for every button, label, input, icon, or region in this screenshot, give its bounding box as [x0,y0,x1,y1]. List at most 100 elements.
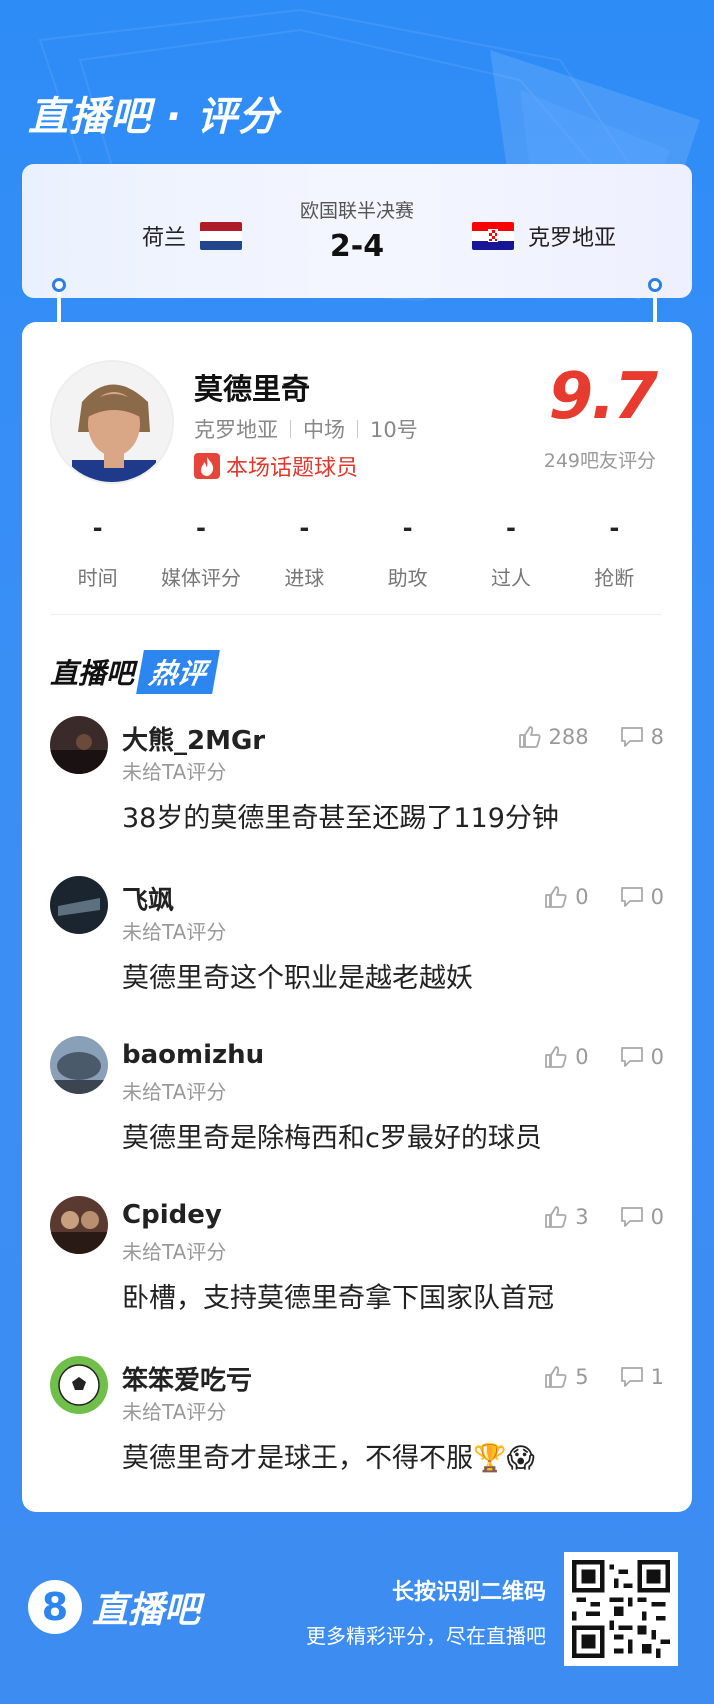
stat-label: 进球 [284,566,325,590]
thumbs-up-icon [545,1366,567,1388]
player-meta: 克罗地亚 中场 10号 [194,414,418,444]
user-rating-status: 未给TA评分 [122,1400,227,1424]
reply-button[interactable]: 0 [619,1044,664,1070]
comment-text: 莫德里奇才是球王，不得不服🏆😱 [122,1443,535,1474]
hot-header-highlight: 热评 [136,650,220,694]
qr-code[interactable] [564,1552,678,1666]
comment-icon [620,1207,643,1227]
player-stats: - 时间 - 媒体评分 - 进球 - 助攻 - 过人 - 抢断 [46,514,666,591]
like-count: 3 [575,1205,589,1229]
footer-slogan: 更多精彩评分，尽在直播吧 [306,1624,546,1648]
match-score: 2-4 [329,229,385,264]
stat-dribbles: - 过人 [459,514,562,591]
comment-item: Cpidey 未给TA评分 卧槽，支持莫德里奇拿下国家队首冠 3 0 [50,1196,664,1346]
comment-actions: 0 0 [543,1044,664,1070]
soccer-ball-icon [50,1356,108,1414]
thumbs-up-icon [545,1046,567,1068]
home-team: 荷兰 [142,220,243,252]
reply-count: 0 [650,1045,664,1069]
away-team: 克罗地亚 [472,220,616,252]
player-position: 中场 [303,418,345,442]
stat-label: 时间 [77,566,118,590]
user-avatar[interactable] [50,1196,108,1254]
like-button[interactable]: 5 [543,1364,589,1390]
comment-icon [620,887,643,907]
comment-actions: 0 0 [543,884,664,910]
home-team-name: 荷兰 [142,226,187,251]
stat-value: - [92,514,103,542]
comment-icon [620,1047,643,1067]
match-card: 荷兰 欧国联半决赛 2-4 克罗地亚 [22,164,692,298]
like-button[interactable]: 0 [543,884,589,910]
reply-button[interactable]: 0 [619,1204,664,1230]
player-rating: 9.7 [548,360,658,434]
brand-logo: 8 直播吧 [28,1580,200,1634]
flame-icon [194,453,220,479]
comment-item: 飞飒 未给TA评分 莫德里奇这个职业是越老越妖 0 0 [50,876,664,1026]
match-info: 欧国联半决赛 2-4 [252,196,462,264]
user-avatar[interactable] [50,716,108,774]
reply-button[interactable]: 8 [619,724,664,750]
like-count: 5 [575,1365,589,1389]
comment-icon [620,1367,643,1387]
like-button[interactable]: 0 [543,1044,589,1070]
stat-label: 过人 [490,566,531,590]
user-avatar[interactable] [50,1036,108,1094]
league-name: 欧国联半决赛 [299,200,414,222]
hot-comments-header: 直播吧 热评 [50,650,220,694]
logo-text: 直播吧 [92,1590,201,1631]
stat-media-rating: - 媒体评分 [149,514,252,591]
player-avatar[interactable] [50,360,174,484]
stat-label: 抢断 [594,566,635,590]
stat-value: - [402,514,413,542]
comment-text: 莫德里奇这个职业是越老越妖 [122,963,473,994]
user-avatar[interactable] [50,876,108,934]
like-count: 0 [575,885,589,909]
player-photo [52,362,172,482]
comment-text: 38岁的莫德里奇甚至还踢了119分钟 [122,803,559,834]
user-name[interactable]: 笨笨爱吃亏 [122,1360,252,1397]
user-rating-status: 未给TA评分 [122,1240,227,1264]
stat-value: - [609,514,620,542]
comment-item: 笨笨爱吃亏 未给TA评分 莫德里奇才是球王，不得不服🏆😱 5 1 [50,1356,664,1506]
stat-value: - [299,514,310,542]
thumbs-up-icon [518,726,541,748]
user-name[interactable]: baomizhu [122,1040,264,1070]
netherlands-flag-icon [200,222,243,250]
comment-actions: 288 8 [517,724,664,750]
comment-item: 大熊_2MGr 未给TA评分 38岁的莫德里奇甚至还踢了119分钟 288 8 [50,716,664,866]
divider [50,614,662,615]
like-button[interactable]: 288 [517,724,589,750]
comment-text: 卧槽，支持莫德里奇拿下国家队首冠 [122,1283,554,1314]
comment-actions: 3 0 [543,1204,664,1230]
reply-count: 0 [650,885,664,909]
like-button[interactable]: 3 [543,1204,589,1230]
user-name[interactable]: 飞飒 [122,880,174,917]
comment-icon [620,727,643,747]
stat-value: - [505,514,516,542]
player-card: 莫德里奇 克罗地亚 中场 10号 本场话题球员 9.7 249吧友评分 - 时间… [22,322,692,1512]
thumbs-up-icon [545,886,567,908]
hot-player-tag: 本场话题球员 [194,450,358,482]
user-avatar[interactable] [50,1356,108,1414]
comment-item: baomizhu 未给TA评分 莫德里奇是除梅西和c罗最好的球员 0 0 [50,1036,664,1186]
reply-count: 1 [650,1365,664,1389]
reply-button[interactable]: 1 [619,1364,664,1390]
reply-button[interactable]: 0 [619,884,664,910]
thumbs-up-icon [545,1206,567,1228]
comment-actions: 5 1 [543,1364,664,1390]
rating-count: 249吧友评分 [543,450,656,472]
stat-assists: - 助攻 [356,514,459,591]
comment-text: 莫德里奇是除梅西和c罗最好的球员 [122,1123,542,1154]
reply-count: 0 [650,1205,664,1229]
stat-value: - [196,514,206,542]
user-name[interactable]: Cpidey [122,1200,222,1230]
stat-time: - 时间 [46,514,149,591]
qr-code-icon [572,1560,670,1658]
player-name: 莫德里奇 [194,372,311,406]
stat-label: 助攻 [387,566,428,590]
user-name[interactable]: 大熊_2MGr [122,720,265,757]
hot-tag-label: 本场话题球员 [226,456,359,481]
stat-tackles: - 抢断 [563,514,666,591]
user-rating-status: 未给TA评分 [122,1080,227,1104]
